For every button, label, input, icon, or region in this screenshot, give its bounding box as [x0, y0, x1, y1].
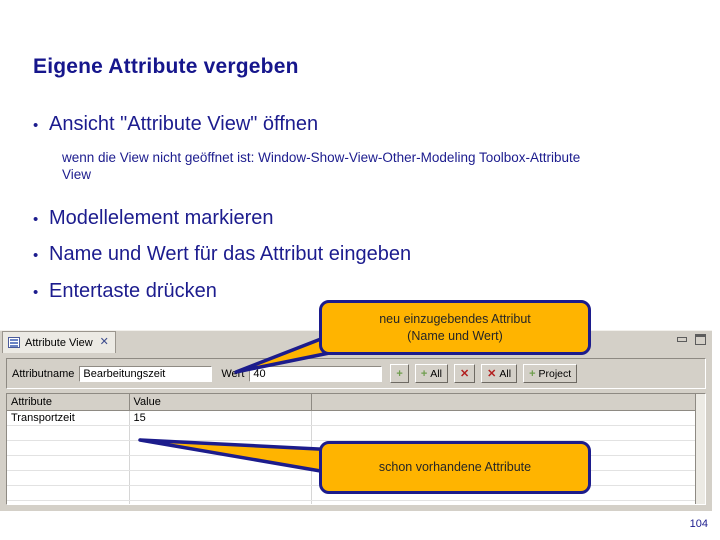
minimize-icon[interactable]: [677, 337, 687, 342]
add-button[interactable]: +: [390, 364, 409, 383]
maximize-icon[interactable]: [695, 334, 706, 345]
table-cell: [311, 500, 705, 504]
bullet-text-2: Modellelement markieren: [49, 207, 274, 229]
bullet-item-3: • Name und Wert für das Attribut eingebe…: [33, 243, 411, 265]
table-cell: [311, 410, 705, 426]
bullet-item-2: • Modellelement markieren: [33, 207, 274, 229]
table-cell: [7, 470, 130, 486]
remove-all-button[interactable]: ✕ All: [481, 364, 518, 383]
add-all-button[interactable]: + All: [414, 364, 448, 383]
table-list-icon: [8, 337, 20, 348]
column-header-value[interactable]: Value: [129, 394, 312, 411]
callout-new-line2: (Name und Wert): [407, 328, 503, 343]
plus-icon: +: [529, 367, 536, 380]
plus-icon: +: [396, 367, 403, 380]
close-icon[interactable]: ✕: [98, 337, 109, 348]
table-cell: [129, 500, 312, 504]
table-header-row: Attribute Value: [7, 394, 705, 411]
bullet-text-3: Name und Wert für das Attribut eingeben: [49, 243, 412, 265]
attribute-name-label: Attributname: [12, 367, 75, 380]
bullet-item-1: • Ansicht "Attribute View" öffnen: [33, 113, 318, 135]
callout-new-attribute: neu einzugebendes Attribut (Name und Wer…: [319, 300, 591, 355]
tab-attribute-view[interactable]: Attribute View ✕: [2, 331, 116, 354]
table-cell: [129, 485, 312, 501]
callout-new-line1: neu einzugebendes Attribut: [379, 312, 531, 327]
table-head: Attribute Value: [7, 394, 705, 411]
table-cell: Transportzeit: [7, 410, 130, 426]
page-number: 104: [689, 518, 708, 530]
tab-label: Attribute View: [25, 336, 93, 349]
table-row[interactable]: [7, 425, 705, 441]
page-title: Eigene Attribute vergeben: [33, 55, 299, 78]
cross-icon: ✕: [459, 368, 470, 380]
bullet-text-1: Ansicht "Attribute View" öffnen: [49, 113, 319, 135]
column-header-extra[interactable]: [311, 394, 705, 411]
plus-icon: +: [420, 367, 428, 380]
callout-tail-existing-attributes: [138, 438, 340, 476]
bullet-item-4: • Entertaste drücken: [33, 280, 217, 302]
add-project-button[interactable]: + Project: [523, 364, 578, 383]
column-header-attribute[interactable]: Attribute: [7, 394, 130, 411]
table-row[interactable]: [7, 500, 705, 504]
callout-existing-attributes: schon vorhandene Attribute: [319, 441, 591, 494]
add-all-label: All: [430, 367, 442, 380]
table-cell: [7, 500, 130, 504]
bullet-marker: •: [33, 247, 39, 264]
bullet-subtext: wenn die View nicht geöffnet ist: Window…: [62, 150, 581, 182]
table-cell: [7, 485, 130, 501]
table-cell: [7, 425, 130, 441]
add-project-label: Project: [538, 367, 572, 380]
bullet-text-4: Entertaste drücken: [49, 280, 217, 302]
cross-icon: ✕: [487, 368, 497, 380]
table-cell: 15: [129, 410, 312, 426]
table-cell: [7, 455, 130, 471]
bullet-marker: •: [33, 284, 39, 301]
remove-all-label: All: [499, 367, 512, 380]
table-cell: [311, 425, 705, 441]
remove-button[interactable]: ✕: [453, 364, 476, 383]
view-window-controls: [677, 334, 706, 345]
bullet-marker: •: [33, 211, 39, 228]
table-row[interactable]: Transportzeit 15: [7, 410, 705, 426]
table-vertical-scrollbar[interactable]: [695, 394, 705, 504]
callout-existing-line1: schon vorhandene Attribute: [378, 460, 532, 475]
bullet-marker: •: [33, 117, 39, 134]
attribute-entry-toolbar: Attributname Bearbeitungszeit Wert 40 + …: [6, 358, 706, 389]
table-cell: [7, 440, 130, 456]
attribute-name-input[interactable]: Bearbeitungszeit: [79, 365, 213, 382]
